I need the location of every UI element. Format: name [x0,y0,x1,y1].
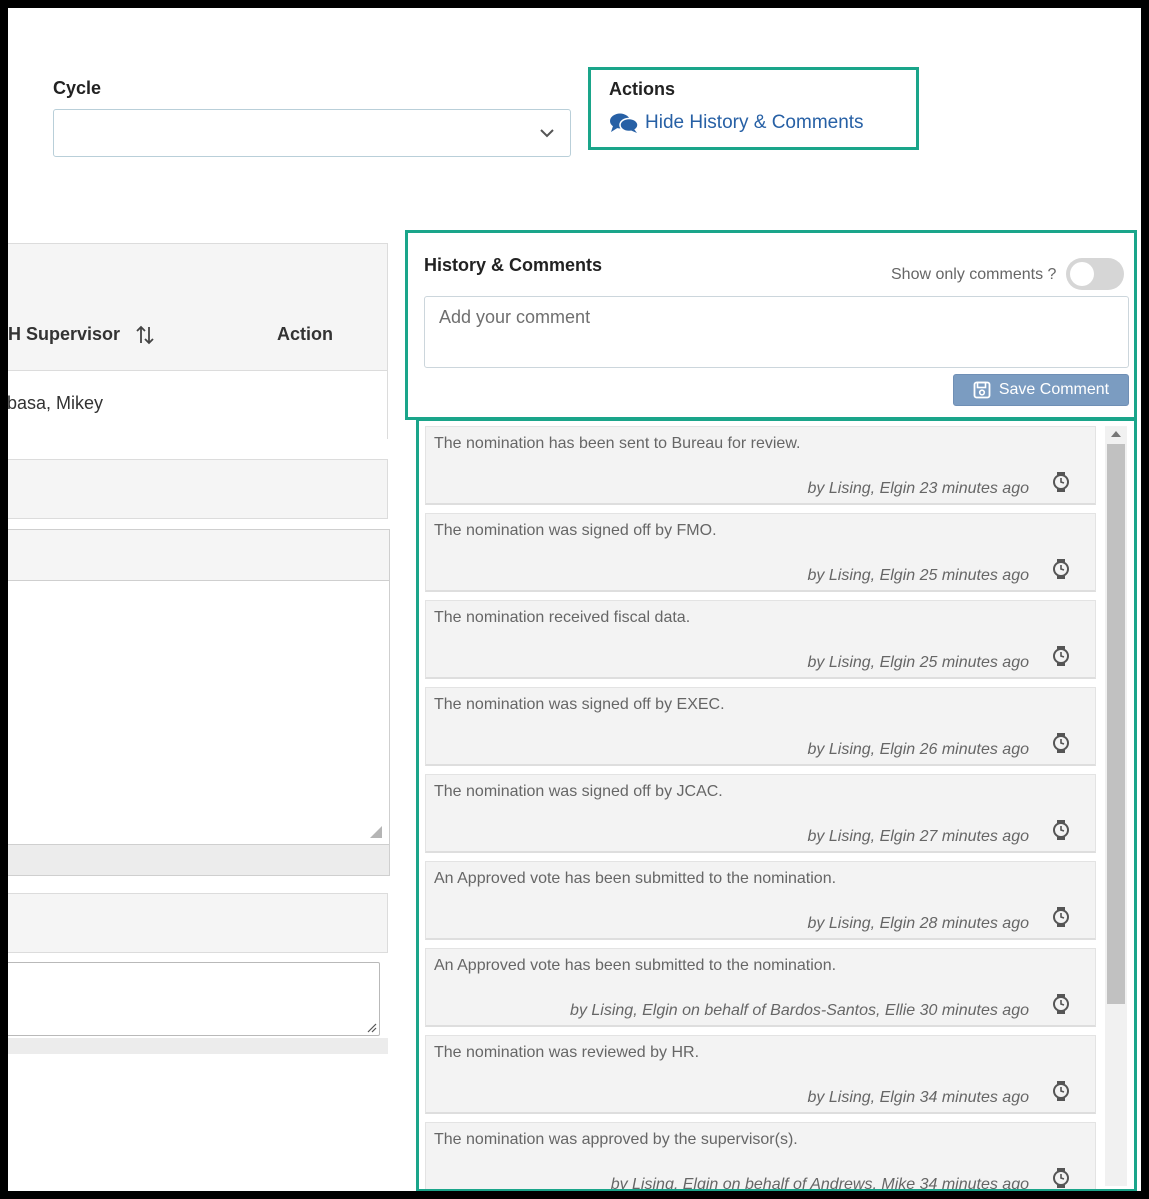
save-comment-label: Save Comment [998,381,1110,398]
cycle-label: Cycle [53,78,102,98]
save-comment-button[interactable]: Save Comment [953,374,1129,406]
text-area-footer [8,844,389,875]
stopwatch-icon[interactable] [1051,732,1071,754]
sort-icon[interactable] [135,324,155,346]
hide-history-link[interactable]: Hide History & Comments [609,112,864,134]
scrollbar-vertical[interactable] [1105,426,1127,1186]
section-header [8,459,388,519]
history-entry-author: by Lising, Elgin 23 minutes ago [807,480,1029,497]
history-title: History & Comments [424,255,603,275]
column-header-action: Action [277,324,333,344]
hide-history-label: Hide History & Comments [645,112,864,133]
save-icon [973,381,991,399]
scrollbar-thumb[interactable] [1107,444,1125,1004]
history-entry: The nomination was signed off by EXEC. by… [425,687,1096,766]
history-entry-text: The nomination was reviewed by HR. [434,1044,700,1061]
table-header-row: DH Supervisor Action [8,302,387,371]
history-entry: The nomination received fiscal data. by L… [425,600,1096,679]
history-entry: An Approved vote has been submitted to t… [425,861,1096,940]
history-entry-text: The nomination has been sent to Bureau f… [434,435,801,452]
table-row[interactable]: basa, Mikey [8,371,387,439]
cycle-select[interactable] [53,109,571,157]
history-entry-text: An Approved vote has been submitted to t… [434,870,837,887]
stopwatch-icon[interactable] [1051,471,1071,493]
chevron-down-icon [540,129,554,138]
column-header-supervisor-label: DH Supervisor [8,324,121,344]
show-only-comments-toggle[interactable] [1066,258,1124,290]
resize-handle-icon[interactable] [369,825,383,839]
history-entry: The nomination was signed off by JCAC. by… [425,774,1096,853]
stopwatch-icon[interactable] [1051,558,1071,580]
stopwatch-icon[interactable] [1051,819,1071,841]
stopwatch-icon[interactable] [1051,906,1071,928]
history-entry-text: The nomination received fiscal data. [434,609,691,626]
history-entry-text: The nomination was signed off by JCAC. [434,783,723,800]
scrollbar-horizontal[interactable] [8,1038,388,1054]
history-entry-text: An Approved vote has been submitted to t… [434,957,837,974]
stopwatch-icon[interactable] [1051,1080,1071,1102]
history-entry: The nomination was approved by the super… [425,1122,1096,1191]
history-entry: The nomination was reviewed by HR. by Lis… [425,1035,1096,1114]
history-entry-author: by Lising, Elgin 26 minutes ago [807,741,1029,758]
stopwatch-icon[interactable] [1051,1167,1071,1189]
history-entry-author: by Lising, Elgin 27 minutes ago [807,828,1029,845]
page-frame: Cycle Actions Hide History & Comments DH… [8,8,1141,1191]
actions-panel: Actions Hide History & Comments [588,67,919,150]
history-comments-panel: History & Comments Show only comments ? … [405,230,1137,420]
section-header [8,893,388,953]
comments-icon [610,113,639,133]
cell-supervisor: basa, Mikey [8,393,104,413]
history-entry-author: by Lising, Elgin on behalf of Andrews, M… [610,1176,1029,1191]
scroll-up-icon[interactable] [1105,426,1127,442]
text-area-panel[interactable] [8,529,390,876]
history-entry-author: by Lising, Elgin on behalf of Bardos-San… [570,1002,1029,1019]
text-area-toolbar [8,530,389,581]
history-entry-author: by Lising, Elgin 25 minutes ago [807,654,1029,671]
history-entry-text: The nomination was signed off by EXEC. [434,696,725,713]
history-entry: An Approved vote has been submitted to t… [425,948,1096,1027]
history-entry: The nomination was signed off by FMO. by … [425,513,1096,592]
actions-label: Actions [609,79,676,99]
resize-handle-icon[interactable] [365,1021,377,1033]
toggle-knob [1070,262,1094,286]
history-entry-author: by Lising, Elgin 34 minutes ago [807,1089,1029,1106]
history-entry: The nomination has been sent to Bureau f… [425,426,1096,505]
history-entry-author: by Lising, Elgin 25 minutes ago [807,567,1029,584]
history-entry-text: The nomination was approved by the super… [434,1131,798,1148]
nominations-table: DH Supervisor Action basa, Mikey [8,243,388,439]
history-entries: The nomination has been sent to Bureau f… [425,426,1096,1191]
history-entry-text: The nomination was signed off by FMO. [434,522,717,539]
stopwatch-icon[interactable] [1051,993,1071,1015]
history-entry-author: by Lising, Elgin 28 minutes ago [807,915,1029,932]
comment-input[interactable] [424,296,1129,368]
show-only-comments-label: Show only comments ? [891,266,1057,283]
history-list: The nomination has been sent to Bureau f… [416,418,1137,1191]
table-toolbar [8,244,387,303]
stopwatch-icon[interactable] [1051,645,1071,667]
column-header-supervisor[interactable]: DH Supervisor [8,324,155,346]
notes-textarea[interactable] [8,962,380,1036]
